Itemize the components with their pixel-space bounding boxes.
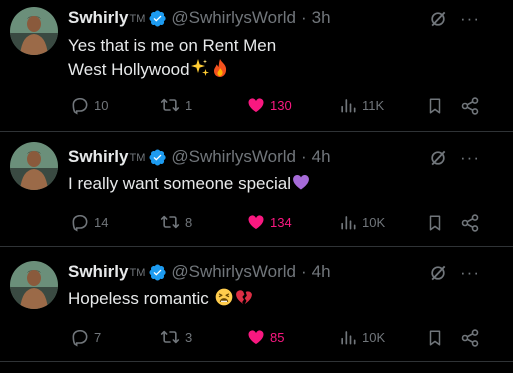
verified-badge-icon: [149, 263, 166, 281]
verified-badge-icon: [149, 148, 166, 166]
tweet-header: Swhirly TM @SwhirlysWorld · 4h: [68, 146, 331, 168]
divider: [0, 361, 513, 362]
tweet-text-line: Yes that is me on Rent Men: [68, 36, 277, 55]
tweet-text-line: West Hollywood: [68, 60, 190, 79]
avatar[interactable]: [10, 142, 58, 190]
display-name[interactable]: Swhirly: [68, 8, 128, 28]
fire-emoji-icon: [213, 59, 226, 77]
separator-dot: ·: [301, 8, 307, 27]
repost-icon: [160, 215, 180, 229]
display-name[interactable]: Swhirly: [68, 262, 128, 282]
views-count: 11K: [362, 97, 385, 113]
heart-icon: [248, 330, 264, 345]
reply-icon: [72, 329, 88, 347]
views-icon: [341, 99, 356, 113]
repost-icon: [160, 330, 180, 344]
like-button[interactable]: 134: [246, 212, 292, 232]
tweet-text: Yes that is me on Rent Men West Hollywoo…: [68, 34, 276, 82]
repost-button[interactable]: 8: [159, 212, 192, 232]
like-count: 85: [270, 329, 285, 345]
more-icon[interactable]: ···: [460, 264, 480, 281]
repost-count: 3: [185, 329, 193, 345]
bookmark-icon[interactable]: [426, 328, 444, 348]
tweet-header: Swhirly TM @SwhirlysWorld · 3h: [68, 7, 331, 29]
tweet-text: Hopeless romantic: [68, 287, 254, 311]
tired-face-emoji-icon: [215, 288, 232, 306]
trademark-label: TM: [129, 267, 146, 279]
tweet[interactable]: Swhirly TM @SwhirlysWorld · 4h ··· I rea…: [0, 132, 513, 246]
broken-heart-emoji-icon: [235, 290, 252, 305]
repost-button[interactable]: 3: [159, 327, 192, 347]
separator-dot: ·: [301, 147, 307, 166]
avatar[interactable]: [10, 261, 58, 309]
tweet-text-line: I really want someone special: [68, 174, 292, 193]
views-icon: [341, 216, 356, 230]
like-button[interactable]: 130: [246, 95, 292, 115]
timestamp[interactable]: 3h: [312, 8, 331, 28]
bookmark-icon[interactable]: [426, 213, 444, 233]
grok-icon[interactable]: [428, 148, 448, 168]
heart-icon: [248, 215, 264, 230]
views-icon: [341, 331, 356, 345]
timestamp[interactable]: 4h: [312, 147, 331, 167]
sparkles-emoji-icon: [190, 59, 209, 76]
views-button[interactable]: 10K: [338, 212, 385, 232]
tweet[interactable]: Swhirly TM @SwhirlysWorld · 3h ··· Yes t…: [0, 0, 513, 131]
reply-icon: [72, 97, 88, 115]
views-button[interactable]: 11K: [338, 95, 384, 115]
avatar[interactable]: [10, 7, 58, 55]
timestamp[interactable]: 4h: [312, 262, 331, 282]
tweet-text-line: Hopeless romantic: [68, 289, 209, 308]
tweet-feed: Swhirly TM @SwhirlysWorld · 3h ··· Yes t…: [0, 0, 513, 373]
purple-heart-emoji-icon: [293, 174, 309, 190]
handle[interactable]: @SwhirlysWorld: [171, 8, 296, 28]
repost-icon: [160, 98, 180, 112]
views-count: 10K: [362, 214, 386, 230]
repost-button[interactable]: 1: [159, 95, 192, 115]
share-icon[interactable]: [460, 213, 480, 233]
reply-count: 10: [94, 97, 109, 113]
heart-icon: [248, 98, 264, 113]
like-count: 134: [270, 214, 292, 230]
verified-badge-icon: [149, 9, 166, 27]
handle[interactable]: @SwhirlysWorld: [171, 262, 296, 282]
handle[interactable]: @SwhirlysWorld: [171, 147, 296, 167]
share-icon[interactable]: [460, 328, 480, 348]
trademark-label: TM: [129, 13, 146, 25]
reply-button[interactable]: 7: [70, 327, 101, 347]
like-button[interactable]: 85: [246, 327, 284, 347]
reply-icon: [72, 214, 88, 232]
reply-button[interactable]: 14: [70, 212, 108, 232]
views-button[interactable]: 10K: [338, 327, 385, 347]
tweet-text: I really want someone special: [68, 172, 311, 196]
reply-count: 7: [94, 329, 102, 345]
reply-count: 14: [94, 214, 109, 230]
reply-button[interactable]: 10: [70, 95, 108, 115]
grok-icon[interactable]: [428, 9, 448, 29]
views-count: 10K: [362, 329, 386, 345]
share-icon[interactable]: [460, 96, 480, 116]
display-name[interactable]: Swhirly: [68, 147, 128, 167]
bookmark-icon[interactable]: [426, 96, 444, 116]
tweet-header: Swhirly TM @SwhirlysWorld · 4h: [68, 261, 331, 283]
grok-icon[interactable]: [428, 263, 448, 283]
like-count: 130: [270, 97, 292, 113]
repost-count: 8: [185, 214, 193, 230]
more-icon[interactable]: ···: [460, 149, 480, 166]
tweet[interactable]: Swhirly TM @SwhirlysWorld · 4h ··· Hopel…: [0, 247, 513, 361]
repost-count: 1: [185, 97, 193, 113]
more-icon[interactable]: ···: [460, 10, 480, 27]
separator-dot: ·: [301, 262, 307, 281]
trademark-label: TM: [129, 152, 146, 164]
